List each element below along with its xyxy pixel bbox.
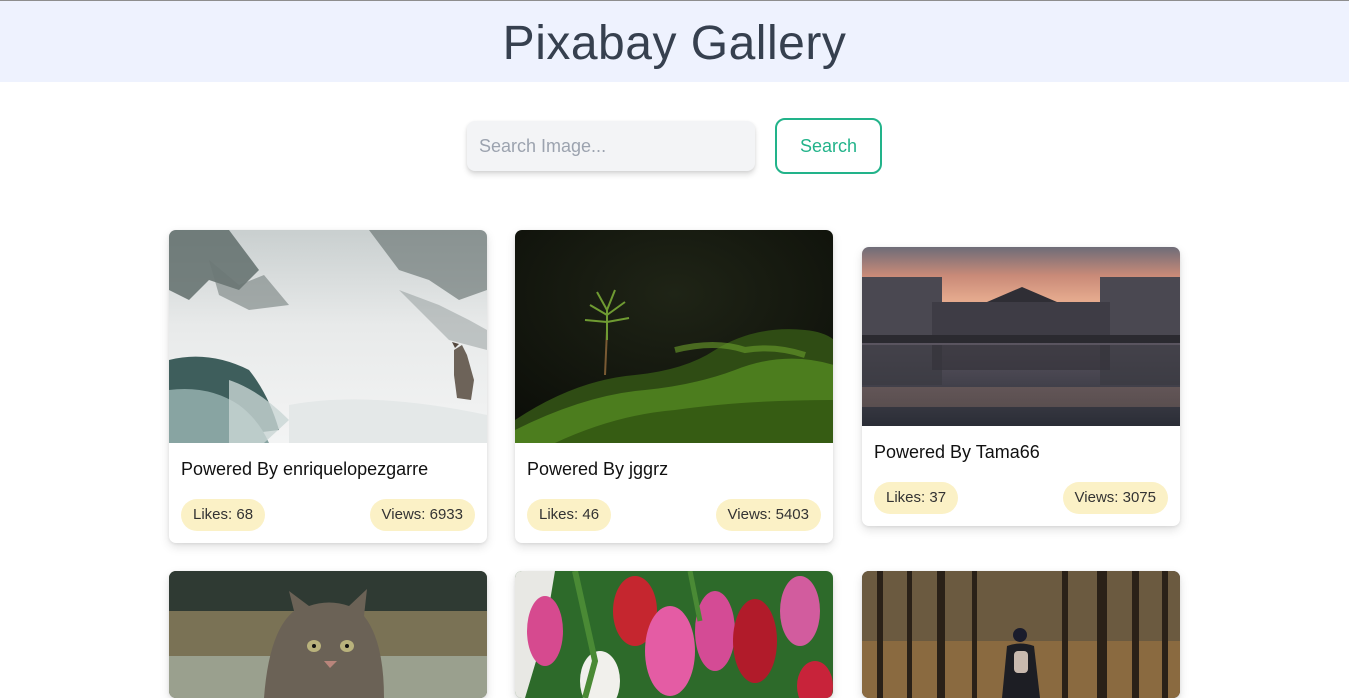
card-author: Powered By enriquelopezgarre — [181, 459, 429, 479]
image-card[interactable]: Powered By enriquelopezgarre Likes: 68 V… — [169, 230, 487, 543]
image-card[interactable] — [169, 571, 487, 698]
card-author: Powered By Tama66 — [874, 442, 1040, 462]
card-image-hiker-forest[interactable] — [862, 571, 1180, 698]
image-card[interactable] — [515, 571, 833, 698]
card-image-tulips[interactable] — [515, 571, 833, 698]
views-badge: Views: 6933 — [369, 499, 475, 531]
likes-badge: Likes: 68 — [181, 499, 266, 531]
search-input[interactable] — [467, 121, 755, 171]
image-card[interactable] — [862, 571, 1180, 698]
views-badge: Views: 5403 — [715, 499, 821, 531]
card-image-moss-sapling[interactable] — [515, 230, 833, 443]
card-image-palace-reflection[interactable] — [862, 247, 1180, 426]
card-author: Powered By jggrz — [527, 459, 669, 479]
image-card[interactable]: Powered By jggrz Likes: 46 Views: 5403 — [515, 230, 833, 543]
page-header: Pixabay Gallery — [0, 1, 1349, 82]
views-badge: Views: 3075 — [1062, 482, 1168, 514]
card-image-foggy-waterfall[interactable] — [169, 230, 487, 443]
image-card[interactable]: Powered By Tama66 Likes: 37 Views: 3075 — [862, 247, 1180, 526]
page-title: Pixabay Gallery — [502, 17, 847, 70]
search-button[interactable]: Search — [775, 118, 882, 174]
likes-badge: Likes: 37 — [874, 482, 959, 514]
card-image-cat[interactable] — [169, 571, 487, 698]
likes-badge: Likes: 46 — [527, 499, 612, 531]
